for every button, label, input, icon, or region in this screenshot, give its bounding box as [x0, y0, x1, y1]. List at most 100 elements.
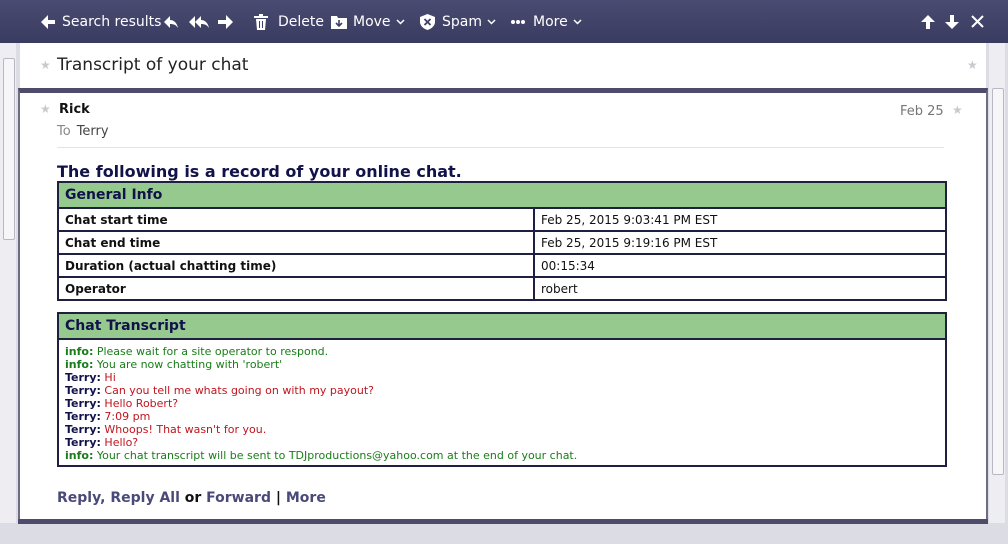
speaker: Terry:	[65, 436, 101, 449]
row-label: Operator	[57, 276, 535, 301]
row-label: Chat end time	[57, 230, 535, 255]
left-scrollbar[interactable]	[0, 43, 16, 523]
general-info-table: General Info Chat start time Feb 25, 201…	[57, 181, 947, 301]
transcript-line: Terry: Hello Robert?	[65, 397, 939, 410]
table-row: Operator robert	[57, 276, 947, 301]
speaker: Terry:	[65, 410, 101, 423]
chevron-down-icon	[487, 18, 496, 25]
message-text: Please wait for a site operator to respo…	[96, 345, 329, 358]
arrow-down-icon	[944, 14, 960, 30]
chat-transcript-table: Chat Transcript info: Please wait for a …	[57, 312, 947, 467]
table-row: Chat end time Feb 25, 2015 9:19:16 PM ES…	[57, 230, 947, 255]
star-icon[interactable]: ★	[40, 58, 51, 72]
comma-separator: ,	[100, 490, 106, 506]
pipe-separator: |	[275, 490, 281, 506]
or-text: or	[184, 490, 202, 506]
reply-all-link[interactable]: Reply All	[110, 490, 180, 506]
transcript-line: Terry: Can you tell me whats going on wi…	[65, 384, 939, 397]
move-label: Move	[353, 13, 391, 30]
message-text: Hello Robert?	[104, 397, 179, 410]
row-value: Feb 25, 2015 9:19:16 PM EST	[533, 230, 947, 255]
sender-name[interactable]: Rick	[59, 102, 90, 117]
header-divider	[57, 147, 944, 148]
close-button[interactable]	[971, 0, 984, 43]
reply-button[interactable]	[163, 0, 179, 43]
message-text: Whoops! That wasn't for you.	[104, 423, 267, 436]
spam-label: Spam	[442, 13, 482, 30]
reply-icon	[163, 15, 179, 29]
message-date: Feb 25	[900, 104, 944, 119]
transcript-line: Terry: Hi	[65, 371, 939, 384]
reply-all-button[interactable]	[188, 0, 210, 43]
more-button[interactable]: More	[511, 0, 582, 43]
ellipsis-icon	[511, 19, 525, 24]
arrow-up-icon	[920, 14, 936, 30]
speaker: Terry:	[65, 384, 101, 397]
close-icon	[971, 15, 984, 28]
trash-icon	[254, 13, 268, 30]
chevron-down-icon	[573, 18, 582, 25]
chat-transcript-title: Chat Transcript	[57, 312, 947, 340]
recipient-line: To Terry	[57, 124, 109, 139]
table-row: Chat start time Feb 25, 2015 9:03:41 PM …	[57, 207, 947, 232]
row-label: Duration (actual chatting time)	[57, 253, 535, 278]
shield-icon	[420, 13, 435, 30]
transcript-line: Terry: Hello?	[65, 436, 939, 449]
email-subject: Transcript of your chat	[57, 55, 249, 75]
chevron-down-icon	[396, 18, 405, 25]
row-label: Chat start time	[57, 207, 535, 232]
message-text: Hi	[104, 371, 116, 384]
right-scrollbar-thumb[interactable]	[992, 88, 1004, 475]
table-row: Duration (actual chatting time) 00:15:34	[57, 253, 947, 278]
transcript-body: info: Please wait for a site operator to…	[57, 338, 947, 467]
general-info-title: General Info	[57, 181, 947, 209]
delete-button[interactable]: Delete	[254, 0, 324, 43]
row-value: robert	[533, 276, 947, 301]
star-icon[interactable]: ★	[952, 103, 963, 117]
speaker: Terry:	[65, 423, 101, 436]
transcript-line: info: Your chat transcript will be sent …	[65, 449, 939, 462]
next-message-button[interactable]	[944, 0, 960, 43]
delete-label: Delete	[278, 13, 324, 30]
speaker: info:	[65, 358, 94, 371]
reply-all-icon	[188, 15, 210, 29]
previous-message-button[interactable]	[920, 0, 936, 43]
transcript-line: info: You are now chatting with 'robert'	[65, 358, 939, 371]
row-value: 00:15:34	[533, 253, 947, 278]
star-icon[interactable]: ★	[40, 102, 51, 116]
speaker: info:	[65, 449, 94, 462]
to-label: To	[57, 124, 71, 139]
forward-button[interactable]	[217, 0, 234, 43]
search-results-label: Search results	[62, 13, 162, 30]
more-label: More	[533, 13, 568, 30]
forward-icon	[217, 14, 234, 30]
transcript-line: Terry: 7:09 pm	[65, 410, 939, 423]
toolbar: Search results Delete Move Spam More	[0, 0, 1008, 43]
speaker: Terry:	[65, 371, 101, 384]
transcript-line: Terry: Whoops! That wasn't for you.	[65, 423, 939, 436]
chat-record-heading: The following is a record of your online…	[57, 162, 462, 181]
message-card-footer	[18, 519, 988, 524]
reply-actions: Reply, Reply All or Forward | More	[57, 490, 326, 506]
folder-move-icon	[331, 14, 347, 29]
back-to-search-button[interactable]: Search results	[40, 0, 161, 43]
reply-link[interactable]: Reply	[57, 490, 100, 506]
message-text: Your chat transcript will be sent to TDJ…	[96, 449, 578, 462]
more-link[interactable]: More	[286, 490, 326, 506]
recipient-name[interactable]: Terry	[77, 124, 109, 139]
message-text: Can you tell me whats going on with my p…	[104, 384, 374, 397]
arrow-left-icon	[40, 14, 56, 30]
right-scrollbar[interactable]	[989, 43, 1005, 523]
left-scrollbar-thumb[interactable]	[3, 58, 15, 240]
spam-button[interactable]: Spam	[420, 0, 496, 43]
star-icon[interactable]: ★	[967, 58, 978, 72]
speaker: info:	[65, 345, 94, 358]
move-button[interactable]: Move	[331, 0, 405, 43]
message-text: Hello?	[104, 436, 139, 449]
message-text: You are now chatting with 'robert'	[96, 358, 283, 371]
message-text: 7:09 pm	[104, 410, 151, 423]
transcript-line: info: Please wait for a site operator to…	[65, 345, 939, 358]
speaker: Terry:	[65, 397, 101, 410]
row-value: Feb 25, 2015 9:03:41 PM EST	[533, 207, 947, 232]
forward-link[interactable]: Forward	[206, 490, 271, 506]
